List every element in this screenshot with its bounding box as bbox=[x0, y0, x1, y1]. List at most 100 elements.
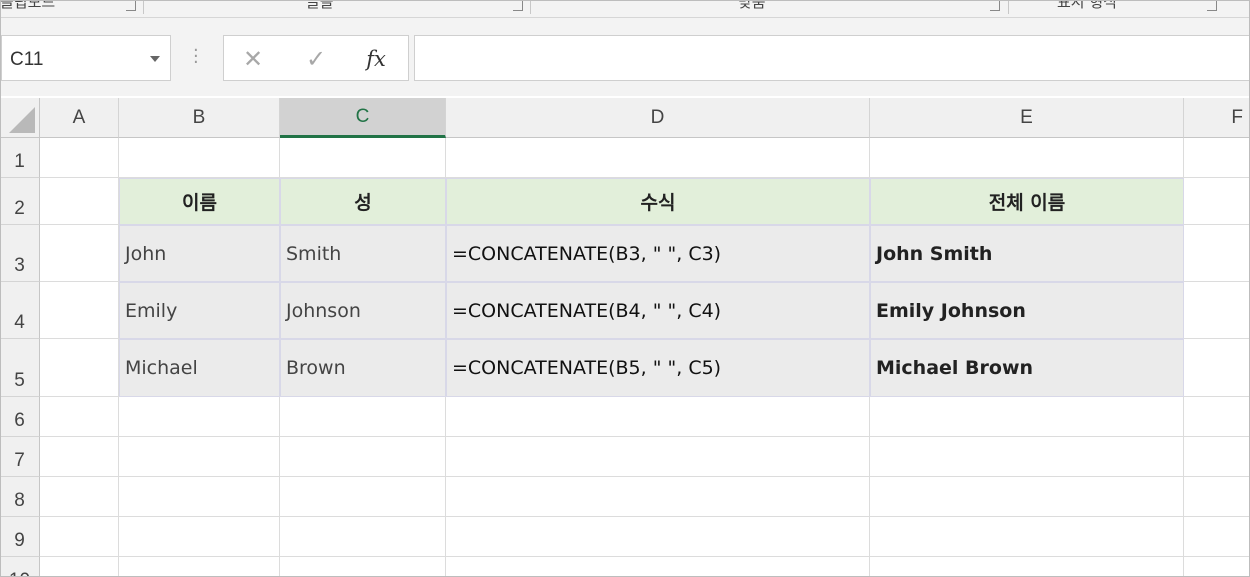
insert-function-icon[interactable]: fx bbox=[359, 42, 393, 76]
column-header-a[interactable]: A bbox=[40, 98, 119, 138]
cell-e7[interactable] bbox=[870, 437, 1184, 477]
ribbon-group-number: 표시 형식 bbox=[1057, 0, 1117, 11]
cell-a10[interactable] bbox=[40, 557, 119, 577]
cell-e5[interactable]: Michael Brown bbox=[870, 339, 1184, 397]
cell-e9[interactable] bbox=[870, 517, 1184, 557]
chevron-down-icon[interactable] bbox=[150, 56, 160, 62]
cell-d1[interactable] bbox=[446, 138, 870, 178]
cell-e3[interactable]: John Smith bbox=[870, 225, 1184, 282]
enter-icon[interactable]: ✓ bbox=[299, 42, 333, 76]
cell-f1[interactable] bbox=[1184, 138, 1250, 178]
row-header-1[interactable]: 1 bbox=[0, 138, 40, 178]
table-header-last-name[interactable]: 성 bbox=[280, 178, 446, 225]
column-header-f[interactable]: F bbox=[1184, 98, 1250, 138]
cell-a2[interactable] bbox=[40, 178, 119, 225]
cell-f8[interactable] bbox=[1184, 477, 1250, 517]
cell-d5[interactable]: =CONCATENATE(B5, " ", C5) bbox=[446, 339, 870, 397]
more-options-icon[interactable]: · · · bbox=[193, 42, 199, 72]
cell-f6[interactable] bbox=[1184, 397, 1250, 437]
cell-a8[interactable] bbox=[40, 477, 119, 517]
cell-d6[interactable] bbox=[446, 397, 870, 437]
cell-d8[interactable] bbox=[446, 477, 870, 517]
row-header-3[interactable]: 3 bbox=[0, 225, 40, 282]
cell-d4[interactable]: =CONCATENATE(B4, " ", C4) bbox=[446, 282, 870, 339]
table-header-formula[interactable]: 수식 bbox=[446, 178, 870, 225]
select-all-icon bbox=[9, 107, 35, 133]
row-header-7[interactable]: 7 bbox=[0, 437, 40, 477]
cell-c4[interactable]: Johnson bbox=[280, 282, 446, 339]
alignment-launcher-icon[interactable] bbox=[990, 1, 1000, 11]
cell-f5[interactable] bbox=[1184, 339, 1250, 397]
number-launcher-icon[interactable] bbox=[1207, 1, 1217, 11]
cell-c10[interactable] bbox=[280, 557, 446, 577]
spreadsheet-grid[interactable]: A B C D E F 1 2 3 4 5 6 7 8 9 10 이름 성 수식… bbox=[0, 96, 1250, 577]
cancel-icon[interactable]: ✕ bbox=[236, 42, 270, 76]
cell-f7[interactable] bbox=[1184, 437, 1250, 477]
cell-b9[interactable] bbox=[119, 517, 280, 557]
name-box-value: C11 bbox=[10, 49, 44, 70]
clipboard-launcher-icon[interactable] bbox=[126, 1, 136, 11]
row-header-4[interactable]: 4 bbox=[0, 282, 40, 339]
row-header-2[interactable]: 2 bbox=[0, 178, 40, 225]
cell-e4[interactable]: Emily Johnson bbox=[870, 282, 1184, 339]
cell-a4[interactable] bbox=[40, 282, 119, 339]
formula-input[interactable] bbox=[414, 35, 1250, 81]
cell-a9[interactable] bbox=[40, 517, 119, 557]
cell-d7[interactable] bbox=[446, 437, 870, 477]
cell-a1[interactable] bbox=[40, 138, 119, 178]
cell-c7[interactable] bbox=[280, 437, 446, 477]
row-header-6[interactable]: 6 bbox=[0, 397, 40, 437]
cell-b3[interactable]: John bbox=[119, 225, 280, 282]
cell-f9[interactable] bbox=[1184, 517, 1250, 557]
name-box[interactable]: C11 bbox=[1, 35, 171, 81]
cell-c9[interactable] bbox=[280, 517, 446, 557]
column-header-d[interactable]: D bbox=[446, 98, 870, 138]
column-header-c[interactable]: C bbox=[280, 98, 446, 138]
select-all-button[interactable] bbox=[0, 98, 40, 138]
formula-buttons: ✕ ✓ fx bbox=[223, 35, 409, 81]
ribbon-divider bbox=[1008, 0, 1009, 14]
cell-c5[interactable]: Brown bbox=[280, 339, 446, 397]
row-header-9[interactable]: 9 bbox=[0, 517, 40, 557]
ribbon-group-clipboard: 클립보드 bbox=[0, 0, 56, 11]
cell-a5[interactable] bbox=[40, 339, 119, 397]
cell-e10[interactable] bbox=[870, 557, 1184, 577]
cell-c3[interactable]: Smith bbox=[280, 225, 446, 282]
cell-b7[interactable] bbox=[119, 437, 280, 477]
cell-c6[interactable] bbox=[280, 397, 446, 437]
cell-b5[interactable]: Michael bbox=[119, 339, 280, 397]
cell-f3[interactable] bbox=[1184, 225, 1250, 282]
cell-b8[interactable] bbox=[119, 477, 280, 517]
cell-b4[interactable]: Emily bbox=[119, 282, 280, 339]
ribbon-group-alignment: 맞춤 bbox=[738, 0, 766, 11]
ribbon-group-font: 글꼴 bbox=[306, 0, 334, 11]
column-header-e[interactable]: E bbox=[870, 98, 1184, 138]
cell-e1[interactable] bbox=[870, 138, 1184, 178]
formula-bar: C11 · · · ✕ ✓ fx bbox=[0, 18, 1250, 96]
cell-f4[interactable] bbox=[1184, 282, 1250, 339]
cell-c8[interactable] bbox=[280, 477, 446, 517]
cell-f2[interactable] bbox=[1184, 178, 1250, 225]
cell-d9[interactable] bbox=[446, 517, 870, 557]
cell-d3[interactable]: =CONCATENATE(B3, " ", C3) bbox=[446, 225, 870, 282]
table-header-first-name[interactable]: 이름 bbox=[119, 178, 280, 225]
row-header-8[interactable]: 8 bbox=[0, 477, 40, 517]
fx-label: fx bbox=[366, 47, 386, 71]
row-header-10[interactable]: 10 bbox=[0, 557, 40, 577]
cell-a3[interactable] bbox=[40, 225, 119, 282]
cell-c1[interactable] bbox=[280, 138, 446, 178]
cell-e6[interactable] bbox=[870, 397, 1184, 437]
cell-a6[interactable] bbox=[40, 397, 119, 437]
cell-a7[interactable] bbox=[40, 437, 119, 477]
ribbon-divider bbox=[143, 0, 144, 14]
cell-e8[interactable] bbox=[870, 477, 1184, 517]
row-header-5[interactable]: 5 bbox=[0, 339, 40, 397]
table-header-full-name[interactable]: 전체 이름 bbox=[870, 178, 1184, 225]
cell-b10[interactable] bbox=[119, 557, 280, 577]
cell-b6[interactable] bbox=[119, 397, 280, 437]
cell-b1[interactable] bbox=[119, 138, 280, 178]
column-header-b[interactable]: B bbox=[119, 98, 280, 138]
cell-d10[interactable] bbox=[446, 557, 870, 577]
font-launcher-icon[interactable] bbox=[513, 1, 523, 11]
cell-f10[interactable] bbox=[1184, 557, 1250, 577]
